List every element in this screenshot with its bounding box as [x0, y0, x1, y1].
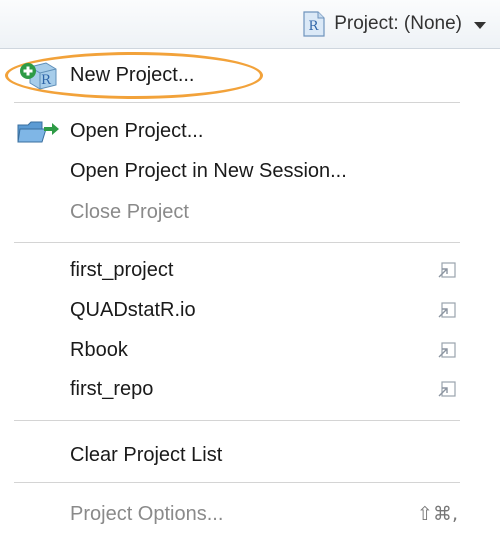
menu-item-open-project[interactable]: Open Project... — [0, 111, 500, 151]
menu-item-new-project[interactable]: R New Project... — [0, 55, 500, 95]
recent-project-item[interactable]: first_project — [0, 250, 500, 290]
menu-item-clear-project-list[interactable]: Clear Project List — [0, 435, 500, 475]
open-in-new-window-icon[interactable] — [436, 378, 458, 400]
menu-item-label: Close Project — [70, 200, 189, 223]
open-in-new-window-icon[interactable] — [436, 299, 458, 321]
menu-separator — [14, 420, 460, 421]
chevron-down-icon — [474, 22, 486, 29]
menu-item-label: Project Options... — [70, 502, 224, 525]
recent-project-label: first_project — [70, 258, 174, 281]
menu-separator — [14, 102, 460, 103]
menu-item-label: Open Project in New Session... — [70, 159, 347, 182]
keyboard-shortcut: ⇧⌘, — [417, 503, 458, 525]
svg-text:R: R — [41, 73, 52, 88]
open-in-new-window-icon[interactable] — [436, 339, 458, 361]
recent-project-label: first_repo — [70, 377, 154, 400]
menu-item-label: Clear Project List — [70, 443, 223, 466]
project-menu-label: Project: (None) — [334, 13, 462, 34]
svg-text:R: R — [309, 19, 320, 34]
menu-item-project-options: Project Options... ⇧⌘, — [0, 494, 500, 534]
project-toolbar: R Project: (None) — [0, 0, 500, 49]
recent-project-item[interactable]: QUADstatR.io — [0, 290, 500, 330]
open-folder-icon — [17, 121, 59, 143]
new-r-project-icon: R — [20, 62, 57, 90]
menu-item-label: Open Project... — [70, 119, 204, 142]
recent-project-item[interactable]: Rbook — [0, 330, 500, 370]
menu-item-label: New Project... — [70, 63, 195, 86]
project-menu-screen: R Project: (None) R New Project... Open … — [0, 0, 500, 538]
r-document-icon: R — [303, 11, 325, 37]
open-in-new-window-icon[interactable] — [436, 259, 458, 281]
menu-item-open-project-new-session[interactable]: Open Project in New Session... — [0, 151, 500, 191]
recent-project-label: Rbook — [70, 338, 128, 361]
menu-separator — [14, 482, 460, 483]
recent-project-label: QUADstatR.io — [70, 298, 196, 321]
menu-separator — [14, 242, 460, 243]
menu-item-close-project: Close Project — [0, 192, 500, 232]
recent-project-item[interactable]: first_repo — [0, 369, 500, 409]
project-menu-button[interactable]: R Project: (None) — [302, 8, 486, 40]
